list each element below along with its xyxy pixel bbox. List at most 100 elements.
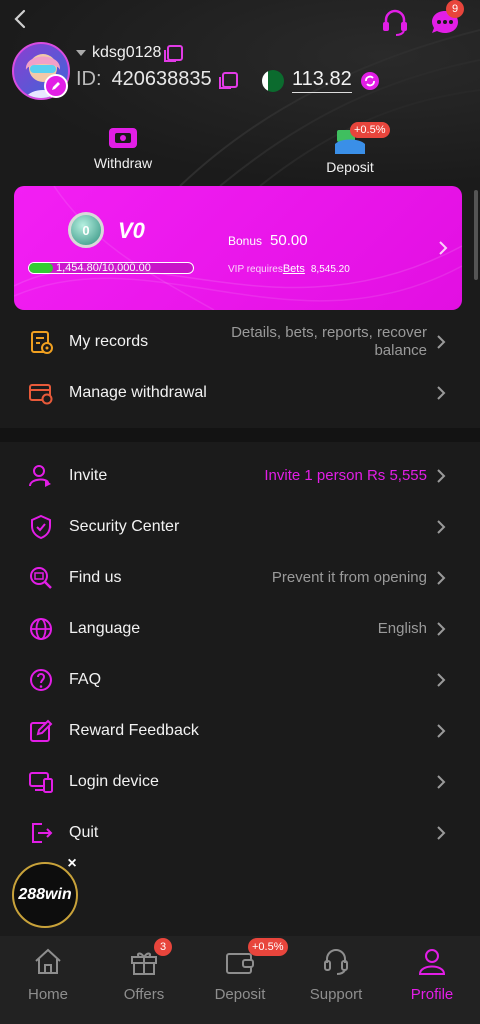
menu-right-text: Prevent it from opening: [271, 569, 427, 586]
tab-support[interactable]: Support: [288, 936, 384, 1024]
id-label: ID:: [76, 68, 102, 90]
promo-logo-text: 288win: [18, 886, 72, 903]
chevron-right-icon: [437, 385, 446, 400]
chevron-right-icon: [437, 519, 446, 534]
profile-header: 9 kdsg0128 ID: 420638835 113.82 Withdraw…: [0, 0, 480, 186]
menu-label: My records: [69, 332, 149, 350]
menu-item-language[interactable]: Language English: [0, 603, 480, 654]
username-row: kdsg0128: [76, 44, 184, 62]
headset-icon[interactable]: [380, 8, 410, 36]
offers-badge: 3: [154, 938, 172, 956]
menu-label: Manage withdrawal: [69, 383, 207, 401]
menu-item-login-device[interactable]: Login device: [0, 756, 480, 807]
bonus-label: Bonus: [228, 234, 263, 248]
chevron-right-icon: [437, 825, 446, 840]
question-icon: [30, 668, 52, 691]
chevron-right-icon: [437, 621, 446, 636]
scrollbar[interactable]: [474, 190, 478, 280]
pencil-icon: [52, 82, 60, 90]
vip-medal-icon: 0: [68, 212, 104, 248]
deposit-bonus-badge: +0.5%: [350, 122, 390, 138]
device-icon: [29, 771, 53, 793]
menu-item-manage-withdrawal[interactable]: Manage withdrawal: [0, 367, 480, 418]
menu-label: Quit: [69, 823, 99, 841]
menu-label: Language: [69, 619, 141, 637]
menu-label: Security Center: [69, 517, 180, 535]
pakistan-flag-icon: [262, 69, 284, 92]
tab-label: Deposit: [214, 986, 266, 1003]
menu-label: Login device: [69, 772, 159, 790]
copy-username-icon[interactable]: [164, 45, 184, 62]
tab-label: Support: [309, 986, 363, 1003]
username: kdsg0128: [92, 44, 162, 61]
chevron-right-icon: [437, 570, 446, 585]
chevron-right-icon: [437, 672, 446, 687]
copy-id-icon[interactable]: [218, 71, 238, 89]
bonus-value: 50.00: [270, 232, 308, 249]
vip-level: V0: [118, 218, 145, 243]
edit-avatar-button[interactable]: [44, 74, 68, 98]
menu-label: Find us: [69, 568, 122, 586]
deposit-label: Deposit: [326, 159, 374, 175]
settings-group: Invite Invite 1 person Rs 5,555 Security…: [0, 450, 480, 858]
tab-label: Home: [27, 986, 68, 1003]
bets-link[interactable]: Bets: [283, 263, 305, 275]
deposit-tab-badge: +0.5%: [248, 938, 288, 956]
menu-label: Reward Feedback: [69, 721, 199, 739]
profile-screen: 9 kdsg0128 ID: 420638835 113.82 Withdraw…: [0, 0, 480, 1024]
tab-label: Offers: [123, 986, 165, 1003]
refresh-icon[interactable]: [360, 71, 380, 91]
tab-profile[interactable]: Profile: [384, 936, 480, 1024]
menu-item-my-records[interactable]: My records Details, bets, reports, recov…: [0, 316, 480, 367]
shield-icon: [31, 514, 51, 539]
vip-card[interactable]: 0 V0 1,454.80/10,000.00 Bonus 50.00 VIP r…: [14, 186, 462, 310]
invite-icon: [29, 464, 51, 487]
tab-home[interactable]: Home: [0, 936, 96, 1024]
user-id: 420638835: [111, 68, 212, 90]
caret-down-icon[interactable]: [76, 50, 86, 56]
withdraw-icon: [109, 128, 137, 148]
menu-item-security-center[interactable]: Security Center: [0, 501, 480, 552]
menu-item-invite[interactable]: Invite Invite 1 person Rs 5,555: [0, 450, 480, 501]
user-id-row: ID: 420638835: [76, 68, 238, 91]
withdraw-action[interactable]: Withdraw: [88, 124, 158, 171]
chat-badge: 9: [446, 0, 464, 18]
tab-offers[interactable]: Offers 3: [96, 936, 192, 1024]
balance-row: 113.82: [262, 68, 380, 93]
vip-requires-label: VIP requires: [228, 264, 283, 275]
globe-icon: [30, 617, 52, 640]
menu-item-find-us[interactable]: Find us Prevent it from opening: [0, 552, 480, 603]
manage-withdrawal-icon: [29, 383, 53, 404]
bets-amount: 8,545.20: [310, 264, 350, 275]
menu-label: Invite: [69, 466, 108, 484]
promo-close-button[interactable]: ×: [64, 856, 80, 872]
menu-item-reward-feedback[interactable]: Reward Feedback: [0, 705, 480, 756]
records-group: My records Details, bets, reports, recov…: [0, 316, 480, 418]
section-divider: [0, 428, 480, 442]
vip-bonus: Bonus 50.00: [228, 232, 308, 249]
vip-medal-level: 0: [82, 222, 90, 238]
vip-progress-fill: [29, 263, 53, 273]
tab-deposit[interactable]: Deposit +0.5%: [192, 936, 288, 1024]
tab-label: Profile: [410, 986, 454, 1003]
headset-icon: [324, 949, 348, 975]
menu-item-quit[interactable]: Quit: [0, 807, 480, 858]
back-icon[interactable]: [10, 8, 32, 30]
vip-requirement: VIP requiresBets 8,545.20: [228, 263, 350, 275]
withdraw-label: Withdraw: [93, 155, 153, 171]
find-us-icon: [30, 566, 52, 589]
language-value: English: [377, 620, 427, 637]
profile-icon: [418, 949, 446, 975]
menu-item-faq[interactable]: FAQ: [0, 654, 480, 705]
chevron-right-icon: [437, 334, 446, 349]
chevron-right-icon: [437, 723, 446, 738]
logout-icon: [32, 822, 53, 843]
vip-progress-text: 1,454.80/10,000.00: [56, 262, 151, 274]
menu-label: FAQ: [69, 670, 102, 688]
records-icon: [31, 330, 53, 354]
chevron-right-icon: [437, 468, 446, 483]
menu-right-text: Details, bets, reports, recover balance: [231, 323, 427, 359]
chevron-right-icon: [439, 241, 448, 255]
chevron-right-icon: [437, 774, 446, 789]
edit-feedback-icon: [30, 719, 53, 742]
